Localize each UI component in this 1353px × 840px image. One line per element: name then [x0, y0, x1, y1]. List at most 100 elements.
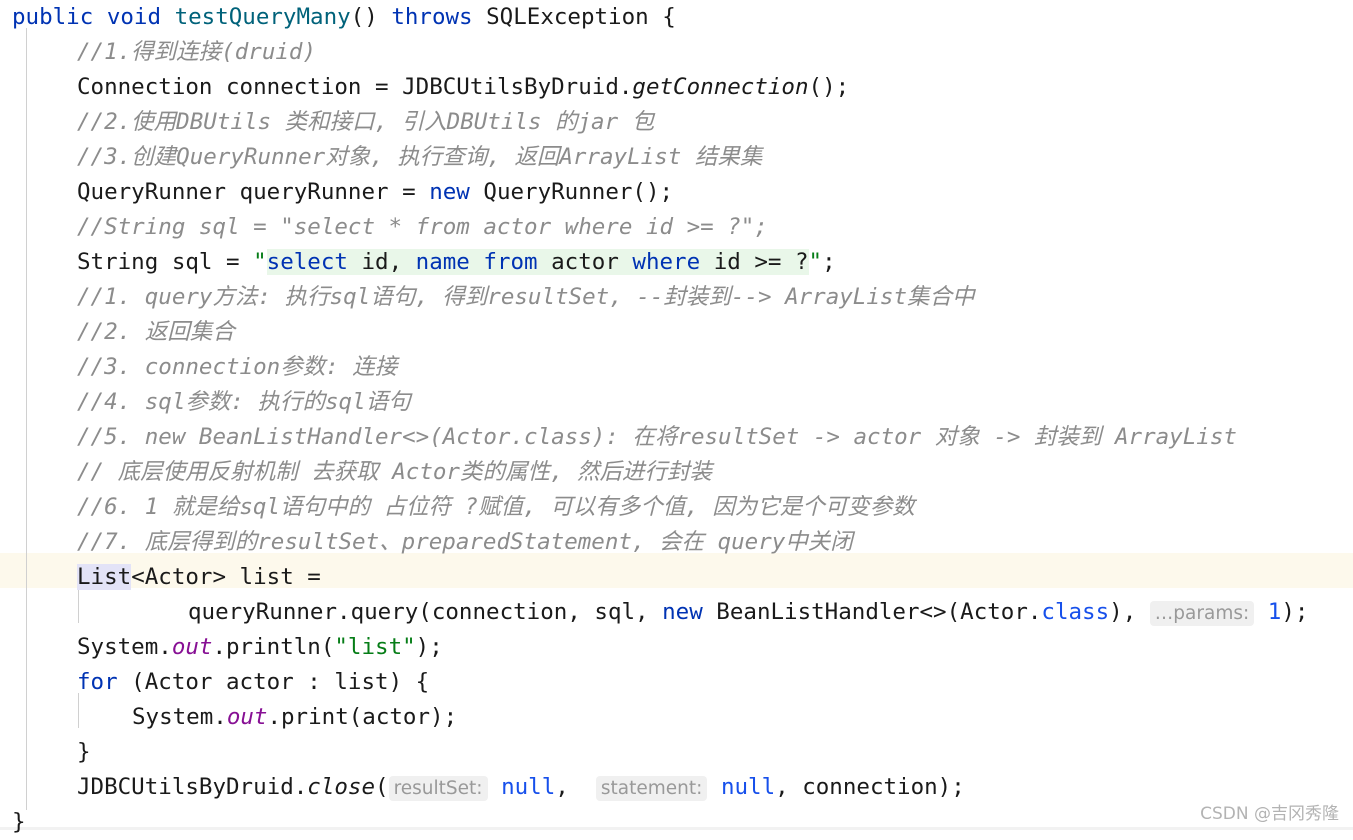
comment-text: //4. sql参数: 执行的sql语句	[77, 389, 411, 415]
keyword-public: public	[12, 4, 94, 30]
code-line-8[interactable]: String sql = "select id, name from actor…	[0, 245, 1353, 280]
code-line-4[interactable]: //2.使用DBUtils 类和接口, 引入DBUtils 的jar 包	[0, 105, 1353, 140]
code-line-21[interactable]: System.out.print(actor);	[0, 700, 1353, 735]
code-line-13[interactable]: //5. new BeanListHandler<>(Actor.class):…	[0, 420, 1353, 455]
code-line-2[interactable]: //1.得到连接(druid)	[0, 35, 1353, 70]
static-method-getconnection: getConnection	[632, 74, 809, 100]
string-literal-list: "list"	[334, 634, 416, 660]
comment-text: //3. connection参数: 连接	[77, 354, 398, 380]
handler-beanlisthandler: BeanListHandler<>(Actor.	[702, 599, 1042, 625]
argument-value-1: 1	[1267, 599, 1282, 625]
keyword-throws: throws	[391, 4, 473, 30]
code-line-20[interactable]: for (Actor actor : list) {	[0, 665, 1353, 700]
method-println: .println(	[212, 634, 335, 660]
code-line-15[interactable]: //6. 1 就是给sql语句中的 占位符 ?赋值, 可以有多个值, 因为它是个…	[0, 490, 1353, 525]
sql-condition: id >= ?	[700, 249, 809, 275]
code-line-23[interactable]: JDBCUtilsByDruid.close(resultSet: null, …	[0, 770, 1353, 805]
code-line-1[interactable]: public void testQueryMany() throws SQLEx…	[0, 0, 1353, 35]
code-line-19[interactable]: System.out.println("list");	[0, 630, 1353, 665]
method-name-testquerymany: testQueryMany	[174, 4, 351, 30]
comma: ,	[555, 774, 583, 800]
code-line-7[interactable]: //String sql = "select * from actor wher…	[0, 210, 1353, 245]
code-line-5[interactable]: //3.创建QueryRunner对象, 执行查询, 返回ArrayList 结…	[0, 140, 1353, 175]
call-tail: , connection);	[775, 774, 965, 800]
sql-injection-region: select id, name from actor where id >= ?	[266, 249, 809, 275]
after-class-literal: ),	[1109, 599, 1150, 625]
code-line-10[interactable]: //2. 返回集合	[0, 315, 1353, 350]
generic-type-actor: <Actor>	[131, 564, 227, 590]
comment-text: //2.使用DBUtils 类和接口, 引入DBUtils 的jar 包	[77, 109, 655, 135]
paren-open: (	[375, 774, 389, 800]
code-line-3[interactable]: Connection connection = JDBCUtilsByDruid…	[0, 70, 1353, 105]
dot: .	[293, 774, 308, 800]
code-line-14[interactable]: // 底层使用反射机制 去获取 Actor类的属性, 然后进行封装	[0, 455, 1353, 490]
sql-keyword-where: where	[632, 249, 701, 275]
code-line-16[interactable]: //7. 底层得到的resultSet、preparedStatement, 会…	[0, 525, 1353, 560]
code-line-9[interactable]: //1. query方法: 执行sql语句, 得到resultSet, --封装…	[0, 280, 1353, 315]
code-line-11[interactable]: //3. connection参数: 连接	[0, 350, 1353, 385]
csdn-watermark: CSDN @吉冈秀隆	[1200, 804, 1339, 824]
code-line-12[interactable]: //4. sql参数: 执行的sql语句	[0, 385, 1353, 420]
sql-keyword-name: name	[415, 249, 470, 275]
comment-text: //2. 返回集合	[77, 319, 235, 345]
semicolon: ;	[822, 249, 836, 275]
code-editor-pane[interactable]: public void testQueryMany() throws SQLEx…	[0, 0, 1353, 835]
keyword-new: new	[662, 599, 703, 625]
var-list-declaration: list =	[226, 564, 321, 590]
comment-text: //3.创建QueryRunner对象, 执行查询, 返回ArrayList 结…	[77, 144, 763, 170]
var-connection: connection	[226, 74, 362, 100]
assign-operator: =	[402, 179, 416, 205]
code-line-6[interactable]: QueryRunner queryRunner = new QueryRunne…	[0, 175, 1353, 210]
code-line-18[interactable]: queryRunner.query(connection, sql, new B…	[0, 595, 1353, 630]
open-brace: {	[662, 4, 676, 30]
comment-text: //1. query方法: 执行sql语句, 得到resultSet, --封装…	[77, 284, 975, 310]
method-print: .print(actor);	[267, 704, 458, 730]
code-line-24[interactable]: }	[0, 805, 1353, 840]
comment-text: // 底层使用反射机制 去获取 Actor类的属性, 然后进行封装	[77, 459, 713, 485]
static-field-out: out	[226, 704, 268, 730]
class-jdbcutilsbydruid: JDBCUtilsByDruid	[402, 74, 619, 100]
keyword-class-literal: class	[1041, 599, 1110, 625]
param-hint-resultset: resultSet:	[388, 776, 488, 801]
type-queryrunner: QueryRunner	[77, 179, 227, 205]
receiver-queryrunner: queryRunner	[188, 599, 338, 625]
call-tail: );	[415, 634, 443, 660]
var-sql: sql	[171, 249, 213, 275]
var-queryrunner: queryRunner	[239, 179, 389, 205]
string-quote-open: "	[253, 249, 267, 275]
type-connection: Connection	[77, 74, 213, 100]
comment-text: //5. new BeanListHandler<>(Actor.class):…	[77, 424, 1237, 450]
call-tail: ();	[808, 74, 850, 100]
dot: .	[337, 599, 351, 625]
dot: .	[618, 74, 633, 100]
type-sqlexception: SQLException	[486, 4, 649, 30]
class-system: System.	[132, 704, 227, 730]
method-parens: ()	[350, 4, 378, 30]
code-line-22[interactable]: }	[0, 735, 1353, 770]
close-brace-method: }	[12, 809, 26, 835]
keyword-for: for	[77, 669, 118, 695]
constructor-queryrunner: QueryRunner();	[483, 179, 674, 205]
assign-operator: =	[375, 74, 389, 100]
sql-keyword-select: select	[266, 249, 348, 275]
code-content[interactable]: public void testQueryMany() throws SQLEx…	[0, 0, 1353, 840]
selected-identifier-list[interactable]: List	[77, 564, 132, 590]
code-line-17[interactable]: List<Actor> list =	[0, 560, 1353, 595]
method-call-query: query(connection, sql,	[350, 599, 663, 625]
type-string: String	[77, 249, 159, 275]
